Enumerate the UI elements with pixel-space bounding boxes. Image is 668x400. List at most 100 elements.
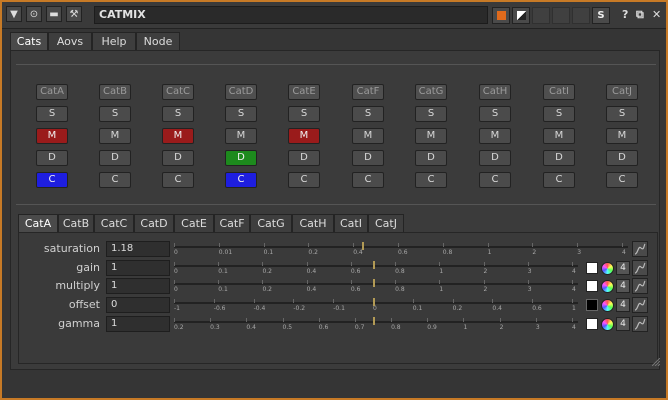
slider-handle[interactable] bbox=[362, 242, 365, 250]
subtab-cath[interactable]: CatH bbox=[292, 214, 334, 232]
split-view-button[interactable] bbox=[512, 7, 530, 24]
channels-button-gain[interactable]: 4 bbox=[616, 261, 630, 275]
orange-swatch-button[interactable] bbox=[492, 7, 510, 24]
color-wheel-icon[interactable] bbox=[601, 318, 614, 331]
diffuse-button-catj[interactable]: D bbox=[606, 150, 638, 166]
subtab-cata[interactable]: CatA bbox=[18, 214, 58, 232]
param-slider-offset[interactable]: -1 -0.6 -0.4 -0.2 -0.1 0 0.1 0.2 0.4 0.6 1 bbox=[174, 298, 578, 316]
color-button-catf[interactable]: C bbox=[352, 172, 384, 188]
color-wheel-icon[interactable] bbox=[601, 280, 614, 293]
mute-button-cata[interactable]: M bbox=[36, 128, 68, 144]
solo-button-cath[interactable]: S bbox=[479, 106, 511, 122]
mute-button-catc[interactable]: M bbox=[162, 128, 194, 144]
subtab-catf[interactable]: CatF bbox=[214, 214, 250, 232]
animation-curve-icon[interactable] bbox=[632, 316, 648, 332]
subtab-catj[interactable]: CatJ bbox=[368, 214, 404, 232]
cat-header-cati[interactable]: CatI bbox=[543, 84, 575, 100]
diffuse-button-catg[interactable]: D bbox=[415, 150, 447, 166]
solo-button-catg[interactable]: S bbox=[415, 106, 447, 122]
slider-handle[interactable] bbox=[373, 317, 375, 325]
channels-button-multiply[interactable]: 4 bbox=[616, 279, 630, 293]
tab-help[interactable]: Help bbox=[92, 32, 136, 50]
animation-curve-icon[interactable] bbox=[632, 278, 648, 294]
cat-header-cath[interactable]: CatH bbox=[479, 84, 511, 100]
color-button-cata[interactable]: C bbox=[36, 172, 68, 188]
mute-button-catg[interactable]: M bbox=[415, 128, 447, 144]
node-name-field[interactable]: CATMIX bbox=[94, 6, 488, 24]
cat-header-catd[interactable]: CatD bbox=[225, 84, 257, 100]
color-button-cate[interactable]: C bbox=[288, 172, 320, 188]
s-button[interactable]: S bbox=[592, 7, 610, 24]
node-settings-icon[interactable]: ⊙ bbox=[26, 6, 42, 22]
param-value-gain[interactable]: 1 bbox=[106, 260, 170, 276]
animation-curve-icon[interactable] bbox=[632, 297, 648, 313]
cat-header-cata[interactable]: CatA bbox=[36, 84, 68, 100]
solo-button-cati[interactable]: S bbox=[543, 106, 575, 122]
mute-button-cath[interactable]: M bbox=[479, 128, 511, 144]
channels-button-gamma[interactable]: 4 bbox=[616, 317, 630, 331]
animation-curve-icon[interactable] bbox=[632, 260, 648, 276]
subtab-catd[interactable]: CatD bbox=[134, 214, 174, 232]
solo-button-catc[interactable]: S bbox=[162, 106, 194, 122]
color-button-catg[interactable]: C bbox=[415, 172, 447, 188]
color-button-catj[interactable]: C bbox=[606, 172, 638, 188]
subtab-cate[interactable]: CatE bbox=[174, 214, 214, 232]
diffuse-button-catc[interactable]: D bbox=[162, 150, 194, 166]
collapse-arrow-icon[interactable]: ▼ bbox=[6, 6, 22, 22]
solo-button-catb[interactable]: S bbox=[99, 106, 131, 122]
mute-button-catj[interactable]: M bbox=[606, 128, 638, 144]
color-button-catb[interactable]: C bbox=[99, 172, 131, 188]
channels-button-offset[interactable]: 4 bbox=[616, 298, 630, 312]
diffuse-button-cath[interactable]: D bbox=[479, 150, 511, 166]
cat-header-catg[interactable]: CatG bbox=[415, 84, 447, 100]
color-swatch-gain[interactable] bbox=[586, 262, 598, 274]
subtab-catb[interactable]: CatB bbox=[58, 214, 94, 232]
subtab-catg[interactable]: CatG bbox=[250, 214, 292, 232]
diffuse-button-cate[interactable]: D bbox=[288, 150, 320, 166]
cat-header-catj[interactable]: CatJ bbox=[606, 84, 638, 100]
diffuse-button-cati[interactable]: D bbox=[543, 150, 575, 166]
subtab-catc[interactable]: CatC bbox=[94, 214, 134, 232]
cat-header-cate[interactable]: CatE bbox=[288, 84, 320, 100]
cat-header-catc[interactable]: CatC bbox=[162, 84, 194, 100]
animation-curve-icon[interactable] bbox=[632, 241, 648, 257]
tab-aovs[interactable]: Aovs bbox=[48, 32, 92, 50]
float-icon[interactable]: ⧉ bbox=[636, 8, 644, 22]
slider-handle[interactable] bbox=[373, 279, 375, 287]
color-button-cati[interactable]: C bbox=[543, 172, 575, 188]
close-icon[interactable]: ✕ bbox=[652, 8, 661, 21]
cat-header-catb[interactable]: CatB bbox=[99, 84, 131, 100]
param-value-multiply[interactable]: 1 bbox=[106, 278, 170, 294]
solo-button-cata[interactable]: S bbox=[36, 106, 68, 122]
diffuse-button-catb[interactable]: D bbox=[99, 150, 131, 166]
mute-button-catf[interactable]: M bbox=[352, 128, 384, 144]
param-slider-gamma[interactable]: 0.2 0.3 0.4 0.5 0.6 0.7 0.8 0.9 1 2 3 4 bbox=[174, 317, 578, 335]
color-swatch-offset[interactable] bbox=[586, 299, 598, 311]
param-slider-multiply[interactable]: 0 0.1 0.2 0.4 0.6 0.8 1 2 3 4 bbox=[174, 279, 578, 297]
help-icon[interactable]: ? bbox=[622, 8, 628, 21]
solo-button-catf[interactable]: S bbox=[352, 106, 384, 122]
color-swatch-gamma[interactable] bbox=[586, 318, 598, 330]
mute-button-cati[interactable]: M bbox=[543, 128, 575, 144]
param-value-offset[interactable]: 0 bbox=[106, 297, 170, 313]
solo-button-cate[interactable]: S bbox=[288, 106, 320, 122]
camera-icon[interactable]: ▬ bbox=[46, 6, 62, 22]
param-slider-saturation[interactable]: 0 0.01 0.1 0.2 0.4 0.6 0.8 1 2 3 4 bbox=[174, 242, 628, 260]
wrench-icon[interactable]: ⚒ bbox=[66, 6, 82, 22]
mute-button-cate[interactable]: M bbox=[288, 128, 320, 144]
diffuse-button-cata[interactable]: D bbox=[36, 150, 68, 166]
solo-button-catd[interactable]: S bbox=[225, 106, 257, 122]
param-value-gamma[interactable]: 1 bbox=[106, 316, 170, 332]
color-wheel-icon[interactable] bbox=[601, 299, 614, 312]
solo-button-catj[interactable]: S bbox=[606, 106, 638, 122]
diffuse-button-catf[interactable]: D bbox=[352, 150, 384, 166]
subtab-cati[interactable]: CatI bbox=[334, 214, 368, 232]
param-value-saturation[interactable]: 1.18 bbox=[106, 241, 170, 257]
tab-node[interactable]: Node bbox=[136, 32, 180, 50]
color-button-catd[interactable]: C bbox=[225, 172, 257, 188]
slider-handle[interactable] bbox=[373, 298, 375, 306]
slider-handle[interactable] bbox=[373, 261, 375, 269]
mute-button-catd[interactable]: M bbox=[225, 128, 257, 144]
color-swatch-multiply[interactable] bbox=[586, 280, 598, 292]
resize-grip-icon[interactable] bbox=[651, 356, 661, 367]
